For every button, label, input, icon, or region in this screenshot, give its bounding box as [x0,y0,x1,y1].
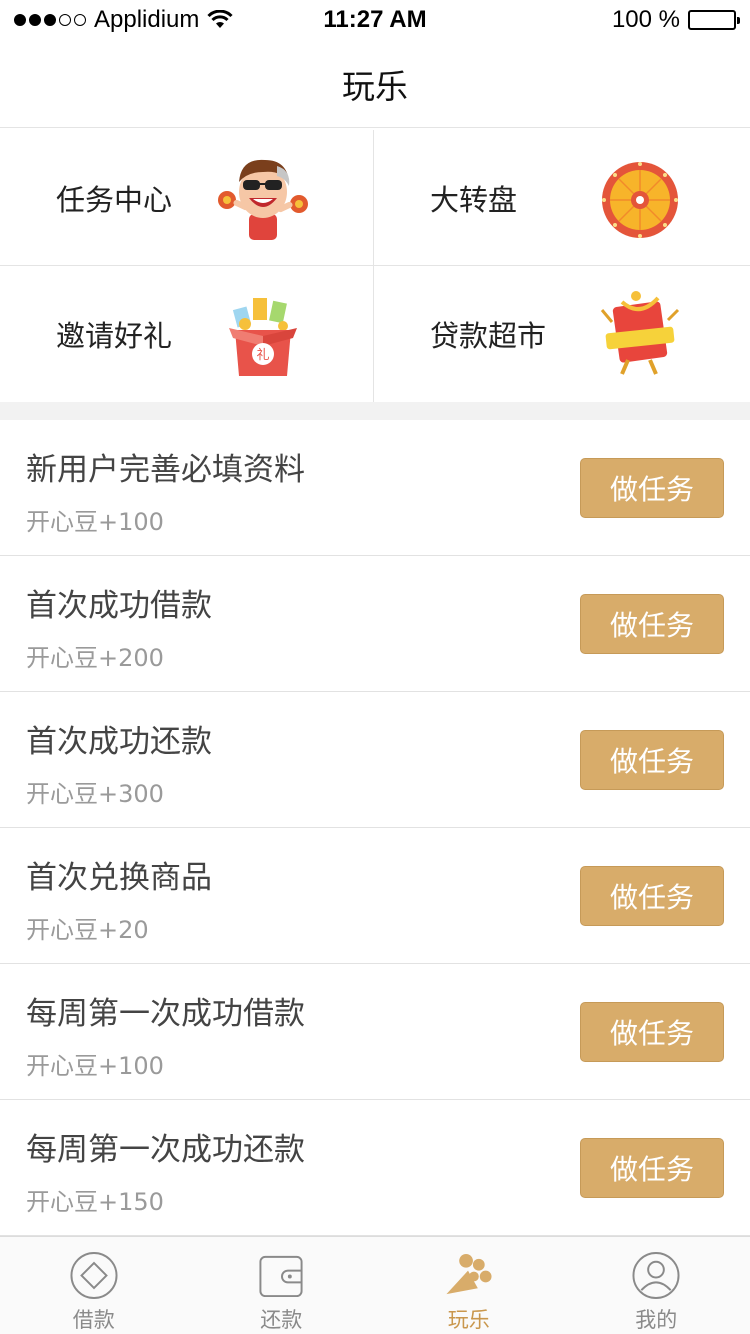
grid-item-prize-wheel[interactable]: 大转盘 [374,130,750,266]
task-title: 每周第一次成功还款 [26,1132,305,1168]
signal-strength-icon [14,14,86,26]
prize-wheel-icon [602,162,678,238]
tab-borrow[interactable]: 借款 [0,1237,188,1334]
task-title: 每周第一次成功借款 [26,996,305,1032]
tab-me[interactable]: 我的 [563,1237,750,1334]
carrier-info: Applidium [14,6,612,34]
task-title: 首次成功借款 [26,588,212,624]
task-row: 首次成功借款 开心豆+200 做任务 [0,556,750,692]
do-task-button[interactable]: 做任务 [580,730,724,790]
tab-label: 我的 [635,1308,678,1332]
do-task-button[interactable]: 做任务 [580,866,724,926]
task-row: 每周第一次成功借款 开心豆+100 做任务 [0,964,750,1100]
battery-percent: 100 % [611,6,680,33]
svg-text:礼: 礼 [256,347,269,363]
do-task-button[interactable]: 做任务 [580,1002,724,1062]
wallet-icon [259,1255,303,1298]
grid-item-task-center[interactable]: 任务中心 [0,130,374,266]
grid-item-invite-gift[interactable]: 邀请好礼 礼 [0,266,374,402]
gift-box-icon: 礼 [229,298,297,376]
task-title: 首次成功还款 [26,724,212,760]
cartoon-man-icon [218,159,308,240]
feature-grid: 任务中心 大转盘 邀请好礼 礼 贷款超市 [0,130,750,402]
grid-item-label: 贷款超市 [430,319,547,353]
grid-item-label: 任务中心 [56,182,173,217]
task-row: 每周第一次成功还款 开心豆+150 做任务 [0,1100,750,1236]
task-reward: 开心豆+20 [26,916,149,944]
task-row: 新用户完善必填资料 开心豆+100 做任务 [0,420,750,556]
navigation-bar: 玩乐 [0,40,750,128]
wifi-icon [207,10,233,28]
grid-item-loan-market[interactable]: 贷款超市 [374,266,750,402]
red-envelope-icon [600,291,680,375]
task-reward: 开心豆+200 [26,644,164,672]
battery-icon [688,10,740,30]
grid-item-label: 邀请好礼 [56,319,173,353]
tab-label: 还款 [260,1308,303,1332]
tab-repay[interactable]: 还款 [188,1237,376,1334]
tab-label: 借款 [72,1308,115,1332]
status-bar: Applidium 11:27 AM 100 % [0,0,750,40]
tab-bar: 借款 还款 玩乐 我的 [0,1236,750,1334]
page-title: 玩乐 [342,66,408,106]
battery-status: 100 % [611,6,740,34]
tab-play[interactable]: 玩乐 [375,1237,563,1334]
task-title: 新用户完善必填资料 [26,452,305,488]
diamond-circle-icon [70,1251,118,1300]
task-row: 首次兑换商品 开心豆+20 做任务 [0,828,750,964]
tab-label: 玩乐 [447,1308,490,1332]
task-reward: 开心豆+100 [26,508,164,536]
task-row: 首次成功还款 开心豆+300 做任务 [0,692,750,828]
carrier-name: Applidium [94,6,200,33]
task-title: 首次兑换商品 [26,860,212,896]
do-task-button[interactable]: 做任务 [580,458,724,518]
section-divider [0,402,750,420]
profile-icon [632,1251,680,1300]
popcorn-icon [446,1253,492,1295]
task-reward: 开心豆+150 [26,1188,164,1216]
do-task-button[interactable]: 做任务 [580,1138,724,1198]
task-reward: 开心豆+100 [26,1052,164,1080]
task-reward: 开心豆+300 [26,780,164,808]
task-list: 新用户完善必填资料 开心豆+100 做任务 首次成功借款 开心豆+200 做任务… [0,420,750,1236]
do-task-button[interactable]: 做任务 [580,594,724,654]
grid-item-label: 大转盘 [430,182,518,217]
